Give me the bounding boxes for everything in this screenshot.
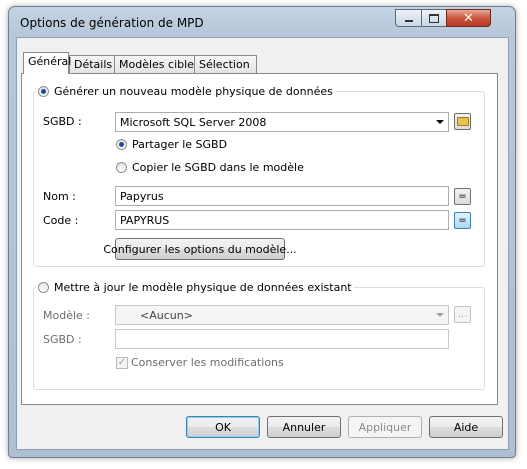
chevron-down-icon [436,120,444,124]
radio-selected-indicator [38,86,49,97]
tab-details[interactable]: Détails [69,55,115,73]
share-dbms-radio[interactable]: Partager le SGBD [114,138,229,151]
apply-button[interactable]: Appliquer [348,416,422,438]
keep-changes-label: Conserver les modifications [131,356,284,369]
name-input-value: Papyrus [120,190,164,203]
radio-selected-indicator [116,139,127,150]
copy-dbms-radio[interactable]: Copier le SGBD dans le modèle [114,161,306,174]
code-input-value: PAPYRUS [120,214,170,227]
checkmark-icon: ✓ [116,356,128,369]
equals-icon: = [458,191,467,202]
dialog-window: Options de génération de MPD ✕ Général D… [8,6,516,458]
dbms-select-value: Microsoft SQL Server 2008 [120,116,267,129]
code-equals-button[interactable]: = [454,212,471,229]
copy-dbms-label: Copier le SGBD dans le modèle [132,161,304,174]
tab-general[interactable]: Général [23,52,71,74]
update-dbms-label: SGBD : [43,333,82,346]
maximize-icon [429,13,439,23]
minimize-button[interactable] [395,9,422,27]
close-button[interactable]: ✕ [446,9,491,27]
name-label: Nom : [43,190,76,203]
model-select[interactable]: <Aucun> [115,305,449,325]
generate-new-label: Générer un nouveau modèle physique de do… [54,85,333,98]
share-dbms-label: Partager le SGBD [132,138,228,151]
update-existing-radio[interactable]: Mettre à jour le modèle physique de donn… [36,281,354,294]
configure-options-button[interactable]: Configurer les options du modèle... [103,238,297,260]
chevron-down-icon [436,313,444,317]
keep-changes-checkbox[interactable]: ✓ Conserver les modifications [114,356,286,369]
equals-icon: = [458,215,467,226]
dbms-select[interactable]: Microsoft SQL Server 2008 [115,112,449,132]
name-equals-button[interactable]: = [454,188,471,205]
help-button[interactable]: Aide [429,416,503,438]
model-browse-button[interactable]: ... [454,306,471,323]
model-select-value: <Aucun> [140,309,193,322]
cancel-button[interactable]: Annuler [267,416,341,438]
minimize-icon [404,20,413,22]
dialog-client-area: Général Détails Modèles cible Sélection … [16,37,509,450]
generate-new-radio[interactable]: Générer un nouveau modèle physique de do… [36,85,335,98]
code-label: Code : [43,214,79,227]
radio-unselected-indicator [116,162,127,173]
maximize-button[interactable] [421,9,447,27]
model-label: Modèle : [43,309,90,322]
update-existing-label: Mettre à jour le modèle physique de donn… [54,281,352,294]
dbms-properties-button[interactable] [454,113,471,130]
general-tab-panel: Générer un nouveau modèle physique de do… [21,73,498,405]
dbms-label: SGBD : [43,115,82,128]
title-bar[interactable]: Options de génération de MPD ✕ [9,7,515,37]
code-input[interactable]: PAPYRUS [115,210,449,230]
close-icon: ✕ [463,10,474,26]
window-title: Options de génération de MPD [20,16,204,30]
folder-icon [456,117,469,126]
tab-selection[interactable]: Sélection [194,55,257,73]
update-dbms-input[interactable] [115,329,449,349]
radio-unselected-indicator [38,282,49,293]
ok-button[interactable]: OK [186,416,260,438]
tab-target-models[interactable]: Modèles cible [114,55,195,73]
name-input[interactable]: Papyrus [115,186,449,206]
ellipsis-icon: ... [457,309,468,320]
